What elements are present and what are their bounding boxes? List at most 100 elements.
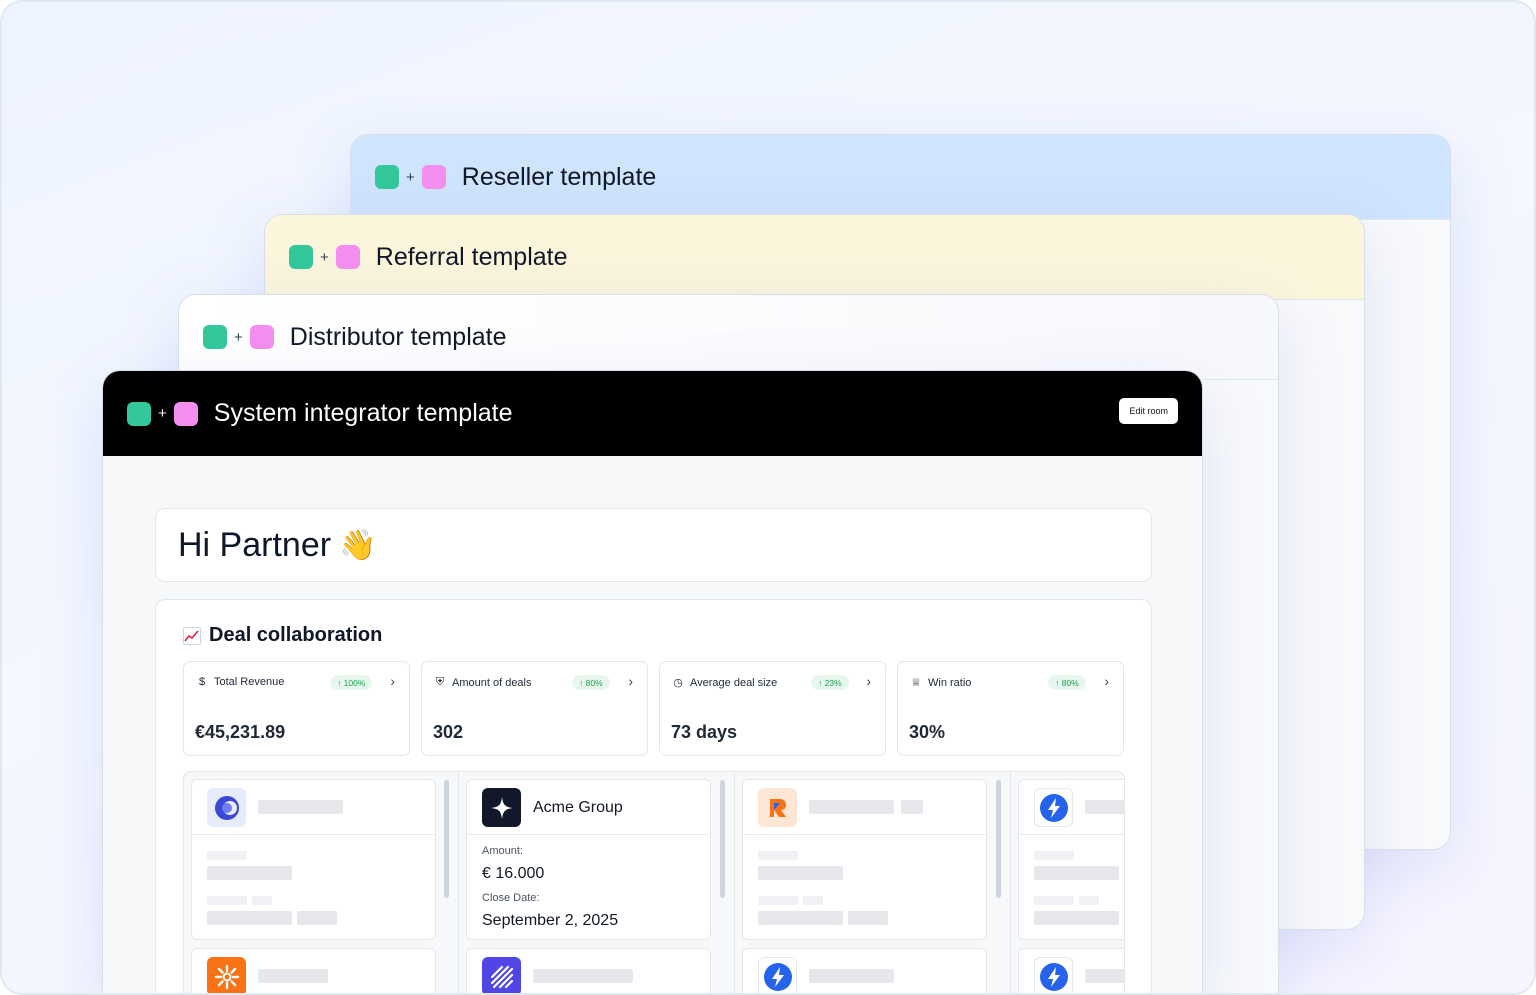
placeholder-bar: [297, 911, 337, 925]
close-date-label: Close Date:: [482, 892, 540, 904]
placeholder-bar: [901, 800, 923, 814]
metric-win-ratio[interactable]: ♕ Win ratio ↑ 80% › 30%: [897, 661, 1124, 756]
chevron-right-icon[interactable]: ›: [390, 673, 395, 689]
deal-card-header: [1019, 780, 1124, 835]
placeholder-bar: [1034, 911, 1119, 925]
metric-label-row: ♕ Win ratio: [910, 676, 972, 690]
pink-square-icon: [421, 165, 446, 189]
plus-icon: +: [234, 328, 243, 346]
placeholder-bar: [207, 911, 292, 925]
plus-icon: +: [320, 248, 329, 266]
placeholder-bar: [758, 851, 798, 860]
placeholder-bar: [1085, 800, 1124, 814]
chevron-right-icon[interactable]: ›: [628, 673, 633, 689]
placeholder-bar: [258, 800, 343, 814]
metric-label: Amount of deals: [452, 676, 532, 689]
deal-card-header: Acme Group: [467, 780, 710, 835]
board-column: [184, 772, 458, 993]
board-column: Acme Group Amount: € 16.000 Close Date: …: [459, 772, 734, 993]
company-name: Acme Group: [533, 799, 623, 816]
metric-label: Win ratio: [928, 676, 972, 689]
amount-value: € 16.000: [482, 865, 545, 882]
window-header: + Referral template: [265, 215, 1364, 300]
metric-label: Average deal size: [690, 676, 778, 689]
waving-hand-icon: 👋: [339, 528, 377, 562]
window-title: Reseller template: [461, 162, 657, 191]
window-header: + Reseller template: [351, 135, 1450, 220]
chevron-right-icon[interactable]: ›: [866, 673, 871, 689]
clock-icon: ◷: [673, 677, 683, 689]
metric-label: Total Revenue: [214, 676, 285, 688]
placeholder-bar: [1034, 896, 1074, 905]
company-logo-icon: [758, 788, 797, 827]
scrollbar[interactable]: [720, 780, 725, 898]
window-header: + System integrator template Edit room: [103, 371, 1202, 456]
green-square-icon: [289, 245, 313, 269]
deal-collaboration-card: Deal collaboration $ Total Revenue ↑ 100…: [155, 599, 1152, 993]
placeholder-bar: [1079, 896, 1099, 905]
placeholder-bar: [758, 866, 843, 880]
board-column: [735, 772, 1010, 993]
scrollbar[interactable]: [444, 780, 449, 898]
deal-card[interactable]: [742, 779, 987, 940]
placeholder-bar: [1034, 866, 1119, 880]
deal-card[interactable]: [1018, 948, 1124, 993]
lightning-logo-icon: [758, 957, 797, 993]
green-square-icon: [203, 325, 227, 349]
close-date-value: September 2, 2025: [482, 912, 619, 929]
placeholder-bar: [1034, 851, 1074, 860]
metric-amount-of-deals[interactable]: ⛨ Amount of deals ↑ 80% › 302: [421, 661, 648, 756]
chevron-right-icon[interactable]: ›: [1104, 673, 1109, 689]
deal-card[interactable]: [742, 948, 987, 993]
trend-badge: ↑ 80%: [1048, 675, 1086, 690]
deal-card-header: [1019, 949, 1124, 993]
trend-badge: ↑ 80%: [572, 675, 610, 690]
trend-badge: ↑ 100%: [330, 675, 373, 690]
lightning-logo-icon: [1034, 788, 1073, 827]
window-title: System integrator template: [213, 399, 513, 427]
placeholder-bar: [207, 896, 247, 905]
sparkle-logo-icon: [482, 788, 521, 827]
window-header: + Distributor template: [179, 295, 1278, 380]
window-title: Referral template: [375, 242, 568, 271]
trophy-icon: ♕: [911, 677, 921, 689]
deal-card-header: [467, 949, 710, 993]
placeholder-bar: [809, 969, 894, 983]
deal-card[interactable]: [191, 779, 436, 940]
lightning-logo-icon: [1034, 957, 1073, 993]
placeholder-bar: [1085, 969, 1124, 983]
placeholder-bar: [252, 896, 272, 905]
placeholder-bar: [758, 896, 798, 905]
system-integrator-template-window[interactable]: + System integrator template Edit room H…: [102, 370, 1203, 993]
deal-card[interactable]: [191, 948, 436, 993]
greeting-card: Hi Partner 👋: [155, 508, 1152, 582]
placeholder-bar: [758, 911, 843, 925]
deal-card-acme-group[interactable]: Acme Group Amount: € 16.000 Close Date: …: [466, 779, 711, 940]
plus-icon: +: [158, 405, 167, 422]
green-square-icon: [127, 401, 151, 426]
metric-total-revenue[interactable]: $ Total Revenue ↑ 100% › €45,231.89: [183, 661, 410, 756]
app-frame: + Reseller template + Referral template …: [0, 0, 1536, 995]
deal-card[interactable]: [1018, 779, 1124, 940]
deal-board: Acme Group Amount: € 16.000 Close Date: …: [183, 771, 1125, 993]
deal-card[interactable]: [466, 948, 711, 993]
company-logo-icon: [482, 957, 521, 993]
edit-room-button[interactable]: Edit room: [1119, 398, 1178, 424]
placeholder-bar: [803, 896, 823, 905]
scrollbar[interactable]: [996, 780, 1001, 898]
metric-average-deal-size[interactable]: ◷ Average deal size ↑ 23% › 73 days: [659, 661, 886, 756]
placeholder-bar: [207, 866, 292, 880]
section-title: Deal collaboration: [209, 624, 383, 646]
metric-value: 302: [433, 722, 464, 742]
metric-value: €45,231.89: [195, 722, 286, 742]
deal-card-header: [192, 949, 435, 993]
placeholder-bar: [207, 851, 247, 860]
board-column: [1011, 772, 1124, 993]
company-logo-icon: [207, 788, 246, 827]
greeting-text: Hi Partner: [178, 525, 332, 564]
placeholder-bar: [848, 911, 888, 925]
metric-value: 73 days: [671, 722, 738, 742]
pink-square-icon: [173, 401, 198, 426]
amount-label: Amount:: [482, 845, 523, 857]
deal-collaboration-heading: Deal collaboration: [183, 624, 382, 647]
